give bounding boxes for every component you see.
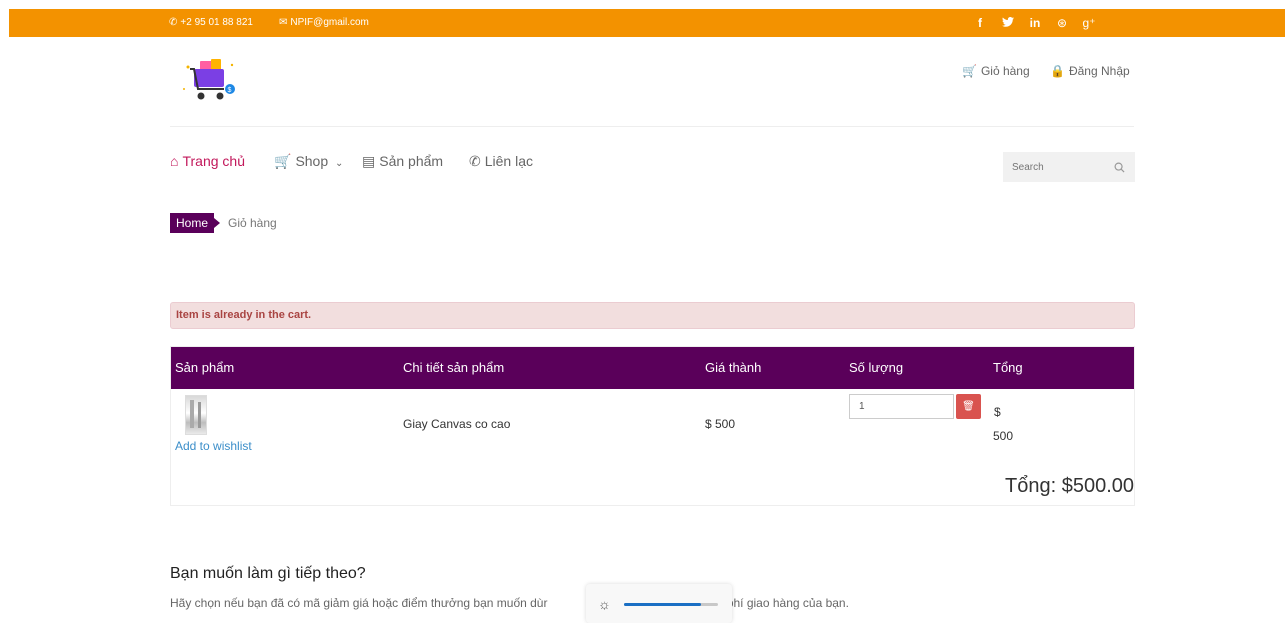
product-name: Giay Canvas co cao [403, 417, 511, 431]
dribbble-icon[interactable]: ⊛ [1054, 9, 1070, 37]
phone-icon: ✆ [169, 17, 178, 28]
brightness-slider[interactable] [624, 603, 718, 606]
home-icon: ⌂ [170, 153, 179, 169]
delete-item-button[interactable]: 🗑 [956, 394, 981, 419]
trash-icon: 🗑 [962, 401, 975, 412]
brightness-popup[interactable]: ☼ [586, 584, 732, 623]
shop-logo[interactable]: $ [178, 55, 240, 107]
quantity-input[interactable] [849, 394, 954, 419]
header-cart-link[interactable]: 🛒 Giỏ hàng [962, 64, 1030, 78]
nav-products-label: Sản phẩm [379, 153, 444, 169]
facebook-icon[interactable]: f [972, 9, 988, 37]
table-header: Sản phẩm Chi tiết sản phẩm Giá thành Số … [171, 347, 1134, 389]
email-contact[interactable]: ✉ NPIF@gmail.com [279, 9, 369, 37]
header-login-label: Đăng Nhập [1068, 64, 1130, 78]
envelope-icon: ✉ [279, 17, 288, 28]
nav-shop[interactable]: 🛒 Shop ⌄ [274, 153, 343, 170]
add-to-wishlist-link[interactable]: Add to wishlist [175, 439, 252, 453]
cart-icon: 🛒 [962, 64, 977, 78]
column-header-quantity: Số lượng [849, 360, 904, 375]
top-bar: ✆ +2 95 01 88 821 ✉ NPIF@gmail.com f in ⊛ … [9, 9, 1285, 37]
twitter-icon[interactable] [1000, 9, 1016, 37]
column-header-total: Tổng [993, 360, 1023, 375]
column-header-price: Giá thành [705, 360, 762, 375]
phone-contact: ✆ +2 95 01 88 821 [169, 9, 253, 37]
cart-alert: Item is already in the cart. [170, 302, 1135, 329]
search-icon[interactable] [1114, 160, 1125, 178]
nav-contact[interactable]: ✆ Liên lạc [469, 153, 533, 170]
breadcrumb-current: Giỏ hàng [228, 216, 277, 230]
breadcrumb-home[interactable]: Home [170, 213, 221, 233]
product-thumbnail[interactable] [185, 395, 207, 435]
row-total-currency: $ [994, 405, 1001, 419]
svg-text:$: $ [228, 87, 232, 94]
next-steps-text-start: Hãy chọn nếu bạn đã có mã giảm giá hoặc … [170, 596, 548, 610]
product-price: $ 500 [705, 417, 736, 431]
list-icon: ▤ [362, 153, 376, 169]
cart-icon: 🛒 [274, 153, 292, 169]
next-steps-text: Hãy chọn nếu bạn đã có mã giảm giá hoặc … [170, 596, 849, 610]
row-total-value: 500 [993, 429, 1014, 443]
chevron-down-icon: ⌄ [335, 158, 344, 169]
grand-total: Tổng: $500.00 [1005, 475, 1134, 497]
email-address[interactable]: NPIF@gmail.com [290, 17, 369, 28]
phone-icon: ✆ [469, 153, 481, 169]
next-steps-title: Bạn muốn làm gì tiếp theo? [170, 565, 366, 582]
header-divider [170, 126, 1134, 127]
lock-icon: 🔒 [1050, 64, 1065, 78]
brightness-level [624, 603, 702, 606]
search-input[interactable] [1003, 152, 1103, 182]
nav-contact-label: Liên lạc [484, 153, 533, 169]
nav-home-label: Trang chủ [182, 153, 245, 169]
header-login-link[interactable]: 🔒 Đăng Nhập [1050, 64, 1130, 78]
column-header-details: Chi tiết sản phẩm [403, 360, 505, 375]
nav-shop-label: Shop [295, 153, 329, 169]
search-box[interactable] [1003, 152, 1135, 182]
column-header-product: Sản phẩm [175, 360, 235, 375]
shopping-cart-logo-icon: $ [183, 59, 235, 100]
google-plus-icon[interactable]: g⁺ [1081, 9, 1097, 37]
sun-icon: ☼ [598, 596, 611, 612]
nav-products[interactable]: ▤ Sản phẩm [362, 153, 443, 170]
next-steps-text-end: hi phí giao hàng của bạn. [714, 596, 849, 610]
cart-table: Sản phẩm Chi tiết sản phẩm Giá thành Số … [170, 346, 1135, 506]
linkedin-icon[interactable]: in [1027, 9, 1043, 37]
phone-number: +2 95 01 88 821 [180, 17, 253, 28]
nav-home[interactable]: ⌂ Trang chủ [170, 153, 245, 169]
header-cart-label: Giỏ hàng [980, 64, 1030, 78]
